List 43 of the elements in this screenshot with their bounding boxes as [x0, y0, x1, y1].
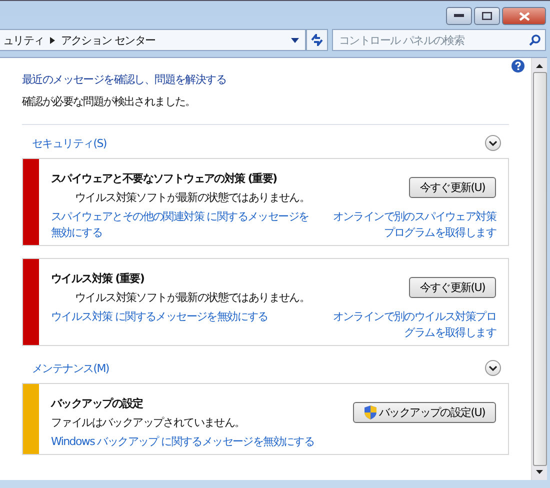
alert-title: スパイウェアと不要なソフトウェアの対策 (重要)	[51, 171, 278, 186]
disable-messages-link[interactable]: スパイウェアとその他の関連対策 に関するメッセージを無効にする	[51, 209, 314, 241]
alert-title: バックアップの設定	[51, 396, 144, 411]
breadcrumb[interactable]: アクション センター	[58, 32, 158, 48]
scroll-thumb[interactable]	[532, 72, 546, 466]
disable-messages-link[interactable]: Windows バックアップ に関するメッセージを無効にする	[51, 434, 319, 450]
alert-message: ウイルス対策ソフトが最新の状態ではありません。	[74, 290, 310, 305]
section-header-link[interactable]: メンテナンス(M)	[32, 360, 109, 376]
search-field[interactable]: コントロール パネルの検索	[332, 29, 546, 51]
scroll-down-icon[interactable]	[536, 470, 543, 474]
search-icon	[529, 34, 541, 46]
alert-message: ウイルス対策ソフトが最新の状態ではありません。	[74, 190, 310, 205]
action-button[interactable]: 今すぐ更新(U)	[408, 177, 496, 198]
close-button[interactable]	[502, 7, 546, 25]
shield-icon	[364, 405, 377, 420]
get-program-link[interactable]: オンラインで別のスパイウェア対策プログラムを取得します	[324, 209, 496, 241]
scroll-up-icon[interactable]	[536, 64, 543, 68]
get-program-link[interactable]: オンラインで別のウイルス対策プログラムを取得します	[324, 309, 496, 341]
chevron-down-icon	[489, 140, 497, 146]
minimize-icon	[454, 14, 464, 18]
refresh-icon	[310, 34, 324, 46]
help-icon[interactable]	[511, 59, 525, 73]
dropdown-icon[interactable]	[291, 38, 299, 42]
chevron-icon	[50, 36, 55, 44]
refresh-button[interactable]	[306, 29, 328, 51]
minimize-button[interactable]	[446, 7, 472, 25]
scrollbar[interactable]	[531, 58, 547, 480]
disable-messages-link[interactable]: ウイルス対策 に関するメッセージを無効にする	[51, 309, 314, 341]
review-messages-link[interactable]: 最近のメッセージを確認し、問題を解決する	[22, 72, 509, 87]
maximize-button[interactable]	[474, 7, 500, 25]
section-header-link[interactable]: セキュリティ(S)	[32, 136, 106, 150]
breadcrumb[interactable]: ュリティ	[0, 32, 47, 48]
chevron-down-icon	[489, 366, 497, 370]
collapse-button[interactable]	[485, 360, 501, 376]
collapse-button[interactable]	[485, 135, 501, 151]
address-bar[interactable]: ュリティ アクション センター	[0, 29, 306, 51]
alert-message: ファイルはバックアップされていません。	[51, 415, 245, 430]
status-text: 確認が必要な問題が検出されました。	[22, 94, 196, 109]
action-button[interactable]: バックアップの設定(U)	[352, 402, 496, 423]
action-button[interactable]: 今すぐ更新(U)	[408, 277, 496, 298]
maximize-icon	[482, 12, 492, 20]
alert-title: ウイルス対策 (重要)	[51, 271, 146, 286]
close-icon	[518, 12, 530, 20]
